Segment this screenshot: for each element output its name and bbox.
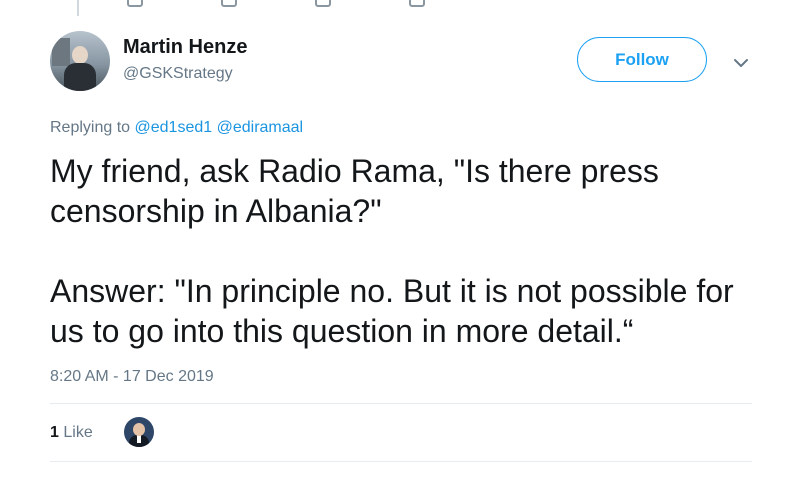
author-avatar[interactable] <box>50 31 110 91</box>
tweet-text: My friend, ask Radio Rama, "Is there pre… <box>50 153 734 349</box>
tweet-timestamp[interactable]: 8:20 AM - 17 Dec 2019 <box>50 368 214 386</box>
likes-label: Like <box>63 424 93 441</box>
chevron-down-icon[interactable] <box>733 55 749 73</box>
mention-link[interactable]: @ediramaal <box>217 119 304 136</box>
thread-line <box>77 0 79 16</box>
mention-link[interactable]: @ed1sed1 <box>135 119 213 136</box>
divider <box>50 461 752 462</box>
likes-stat[interactable]: 1 Like <box>50 424 93 442</box>
divider <box>50 403 752 404</box>
retweet-icon[interactable] <box>221 0 237 7</box>
previous-tweet-actions <box>127 0 425 7</box>
likes-count: 1 <box>50 424 59 441</box>
dm-icon[interactable] <box>409 0 425 7</box>
liker-avatar[interactable] <box>124 417 154 447</box>
replying-to: Replying to @ed1sed1 @ediramaal <box>50 119 303 137</box>
author-handle[interactable]: @GSKStrategy <box>123 65 233 83</box>
like-icon[interactable] <box>315 0 331 7</box>
reply-icon[interactable] <box>127 0 143 7</box>
follow-button[interactable]: Follow <box>577 37 707 82</box>
replying-prefix: Replying to <box>50 119 135 136</box>
author-name[interactable]: Martin Henze <box>123 36 247 59</box>
